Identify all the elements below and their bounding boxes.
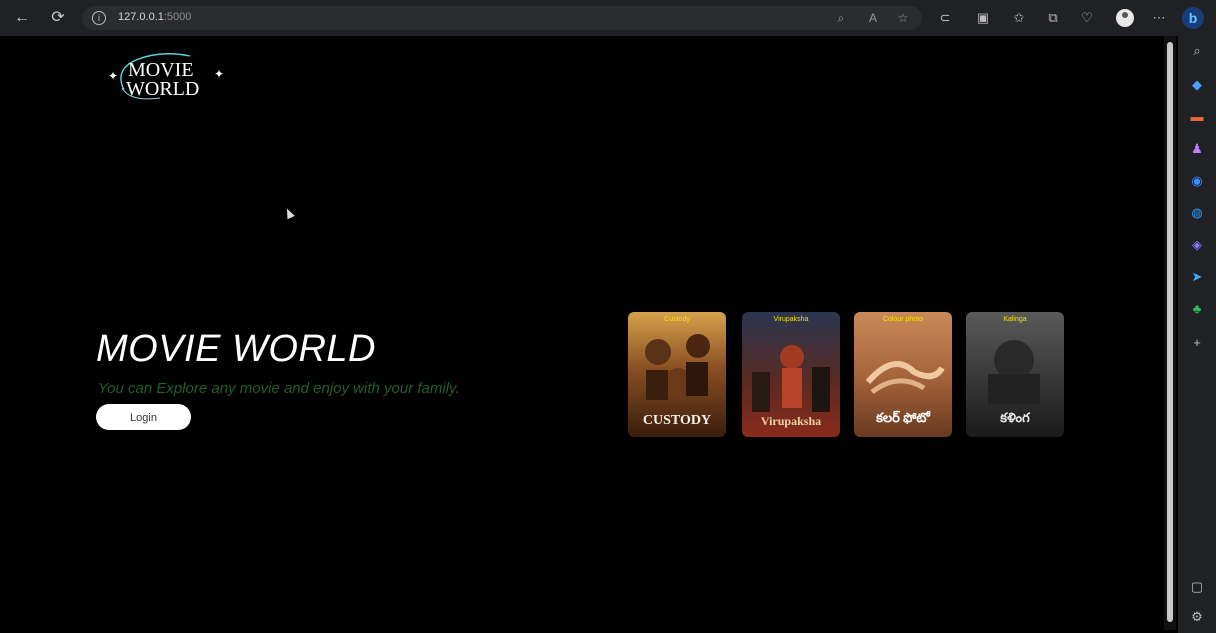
svg-text:✦: ✦ <box>214 67 224 81</box>
url-host: 127.0.0.1 <box>118 11 164 23</box>
logo-line-2: WORLD <box>126 78 199 100</box>
extension-icon[interactable]: ⊂ <box>936 9 954 27</box>
sidebar-layout-icon[interactable]: ▢ <box>1186 576 1208 598</box>
bing-copilot-icon[interactable]: b <box>1182 7 1204 29</box>
browser-toolbar: ← ⟳ i 127.0.0.1:5000 ⌕ A ☆ ⊂ ▣ ✩ ⧉ ♡ ⋯ b <box>0 0 1216 36</box>
poster-custody[interactable]: Custody CUSTODY <box>628 312 726 437</box>
poster-colour-photo[interactable]: Colour photo కలర్ ఫోటో <box>854 312 952 437</box>
poster-kalinga[interactable]: Kalinga కళింగ <box>966 312 1064 437</box>
poster-title: కలర్ ఫోటో <box>876 410 930 425</box>
refresh-icon[interactable]: ⟳ <box>48 8 68 28</box>
favorites-icon[interactable]: ✩ <box>1010 9 1028 27</box>
poster-tag: Virupaksha <box>773 316 809 323</box>
sidebar-settings-icon[interactable]: ⚙ <box>1186 606 1208 628</box>
poster-title: CUSTODY <box>642 413 712 428</box>
sidebar-tree-icon[interactable]: ♣ <box>1186 298 1208 320</box>
mouse-cursor <box>283 206 295 220</box>
url-port: :5000 <box>163 11 192 23</box>
browser-window: ← ⟳ i 127.0.0.1:5000 ⌕ A ☆ ⊂ ▣ ✩ ⧉ ♡ ⋯ b… <box>0 0 1216 633</box>
hero-subtitle: You can Explore any movie and enjoy with… <box>98 380 460 397</box>
movie-world-logo: ✦ ✦ MOVIE WORLD <box>108 53 224 100</box>
sidebar-send-icon[interactable]: ➤ <box>1186 266 1208 288</box>
scrollbar-thumb[interactable] <box>1167 42 1173 622</box>
profile-avatar[interactable] <box>1116 9 1134 27</box>
sidebar-games-icon[interactable]: ♟ <box>1186 138 1208 160</box>
sidebar-shopping-icon[interactable]: ◆ <box>1186 74 1208 96</box>
zoom-icon[interactable]: ⌕ <box>834 11 848 25</box>
sidebar-add-icon[interactable]: + <box>1186 332 1208 354</box>
read-aloud-icon[interactable]: A <box>866 11 880 25</box>
address-url[interactable]: 127.0.0.1:5000 <box>118 11 191 23</box>
address-bar[interactable]: i 127.0.0.1:5000 ⌕ A ☆ <box>82 6 922 30</box>
poster-tag: Kalinga <box>1003 316 1027 323</box>
browser-essentials-icon[interactable]: ♡ <box>1078 9 1096 27</box>
favorite-star-icon[interactable]: ☆ <box>896 11 910 25</box>
sidebar-designer-icon[interactable]: ◈ <box>1186 234 1208 256</box>
page-scrollbar[interactable] <box>1164 36 1176 630</box>
split-screen-icon[interactable]: ▣ <box>974 9 992 27</box>
movie-world-page: ✦ ✦ MOVIE WORLD MOVIE WORLD You can Expl… <box>10 36 1162 630</box>
collections-icon[interactable]: ⧉ <box>1044 9 1062 27</box>
sidebar-outlook-icon[interactable]: ◍ <box>1186 202 1208 224</box>
edge-sidebar: ⌕ ◆ ▬ ♟ ◉ ◍ ◈ ➤ ♣ + ▢ ⚙ <box>1178 36 1216 633</box>
poster-tag: Colour photo <box>882 316 924 323</box>
hero-title: MOVIE WORLD <box>96 328 376 370</box>
info-icon[interactable]: i <box>92 11 106 25</box>
login-button[interactable]: Login <box>96 404 191 430</box>
svg-text:✦: ✦ <box>108 69 118 83</box>
poster-title: కళింగ <box>1000 410 1030 425</box>
sidebar-office-icon[interactable]: ◉ <box>1186 170 1208 192</box>
sidebar-search-icon[interactable]: ⌕ <box>1186 40 1208 62</box>
poster-tag: Custody <box>664 316 690 323</box>
sidebar-tools-icon[interactable]: ▬ <box>1186 106 1208 128</box>
poster-title: Virupaksha <box>760 414 822 428</box>
more-menu-icon[interactable]: ⋯ <box>1150 9 1168 27</box>
back-icon[interactable]: ← <box>12 8 32 28</box>
poster-virupaksha[interactable]: Virupaksha Virupaksha <box>742 312 840 437</box>
